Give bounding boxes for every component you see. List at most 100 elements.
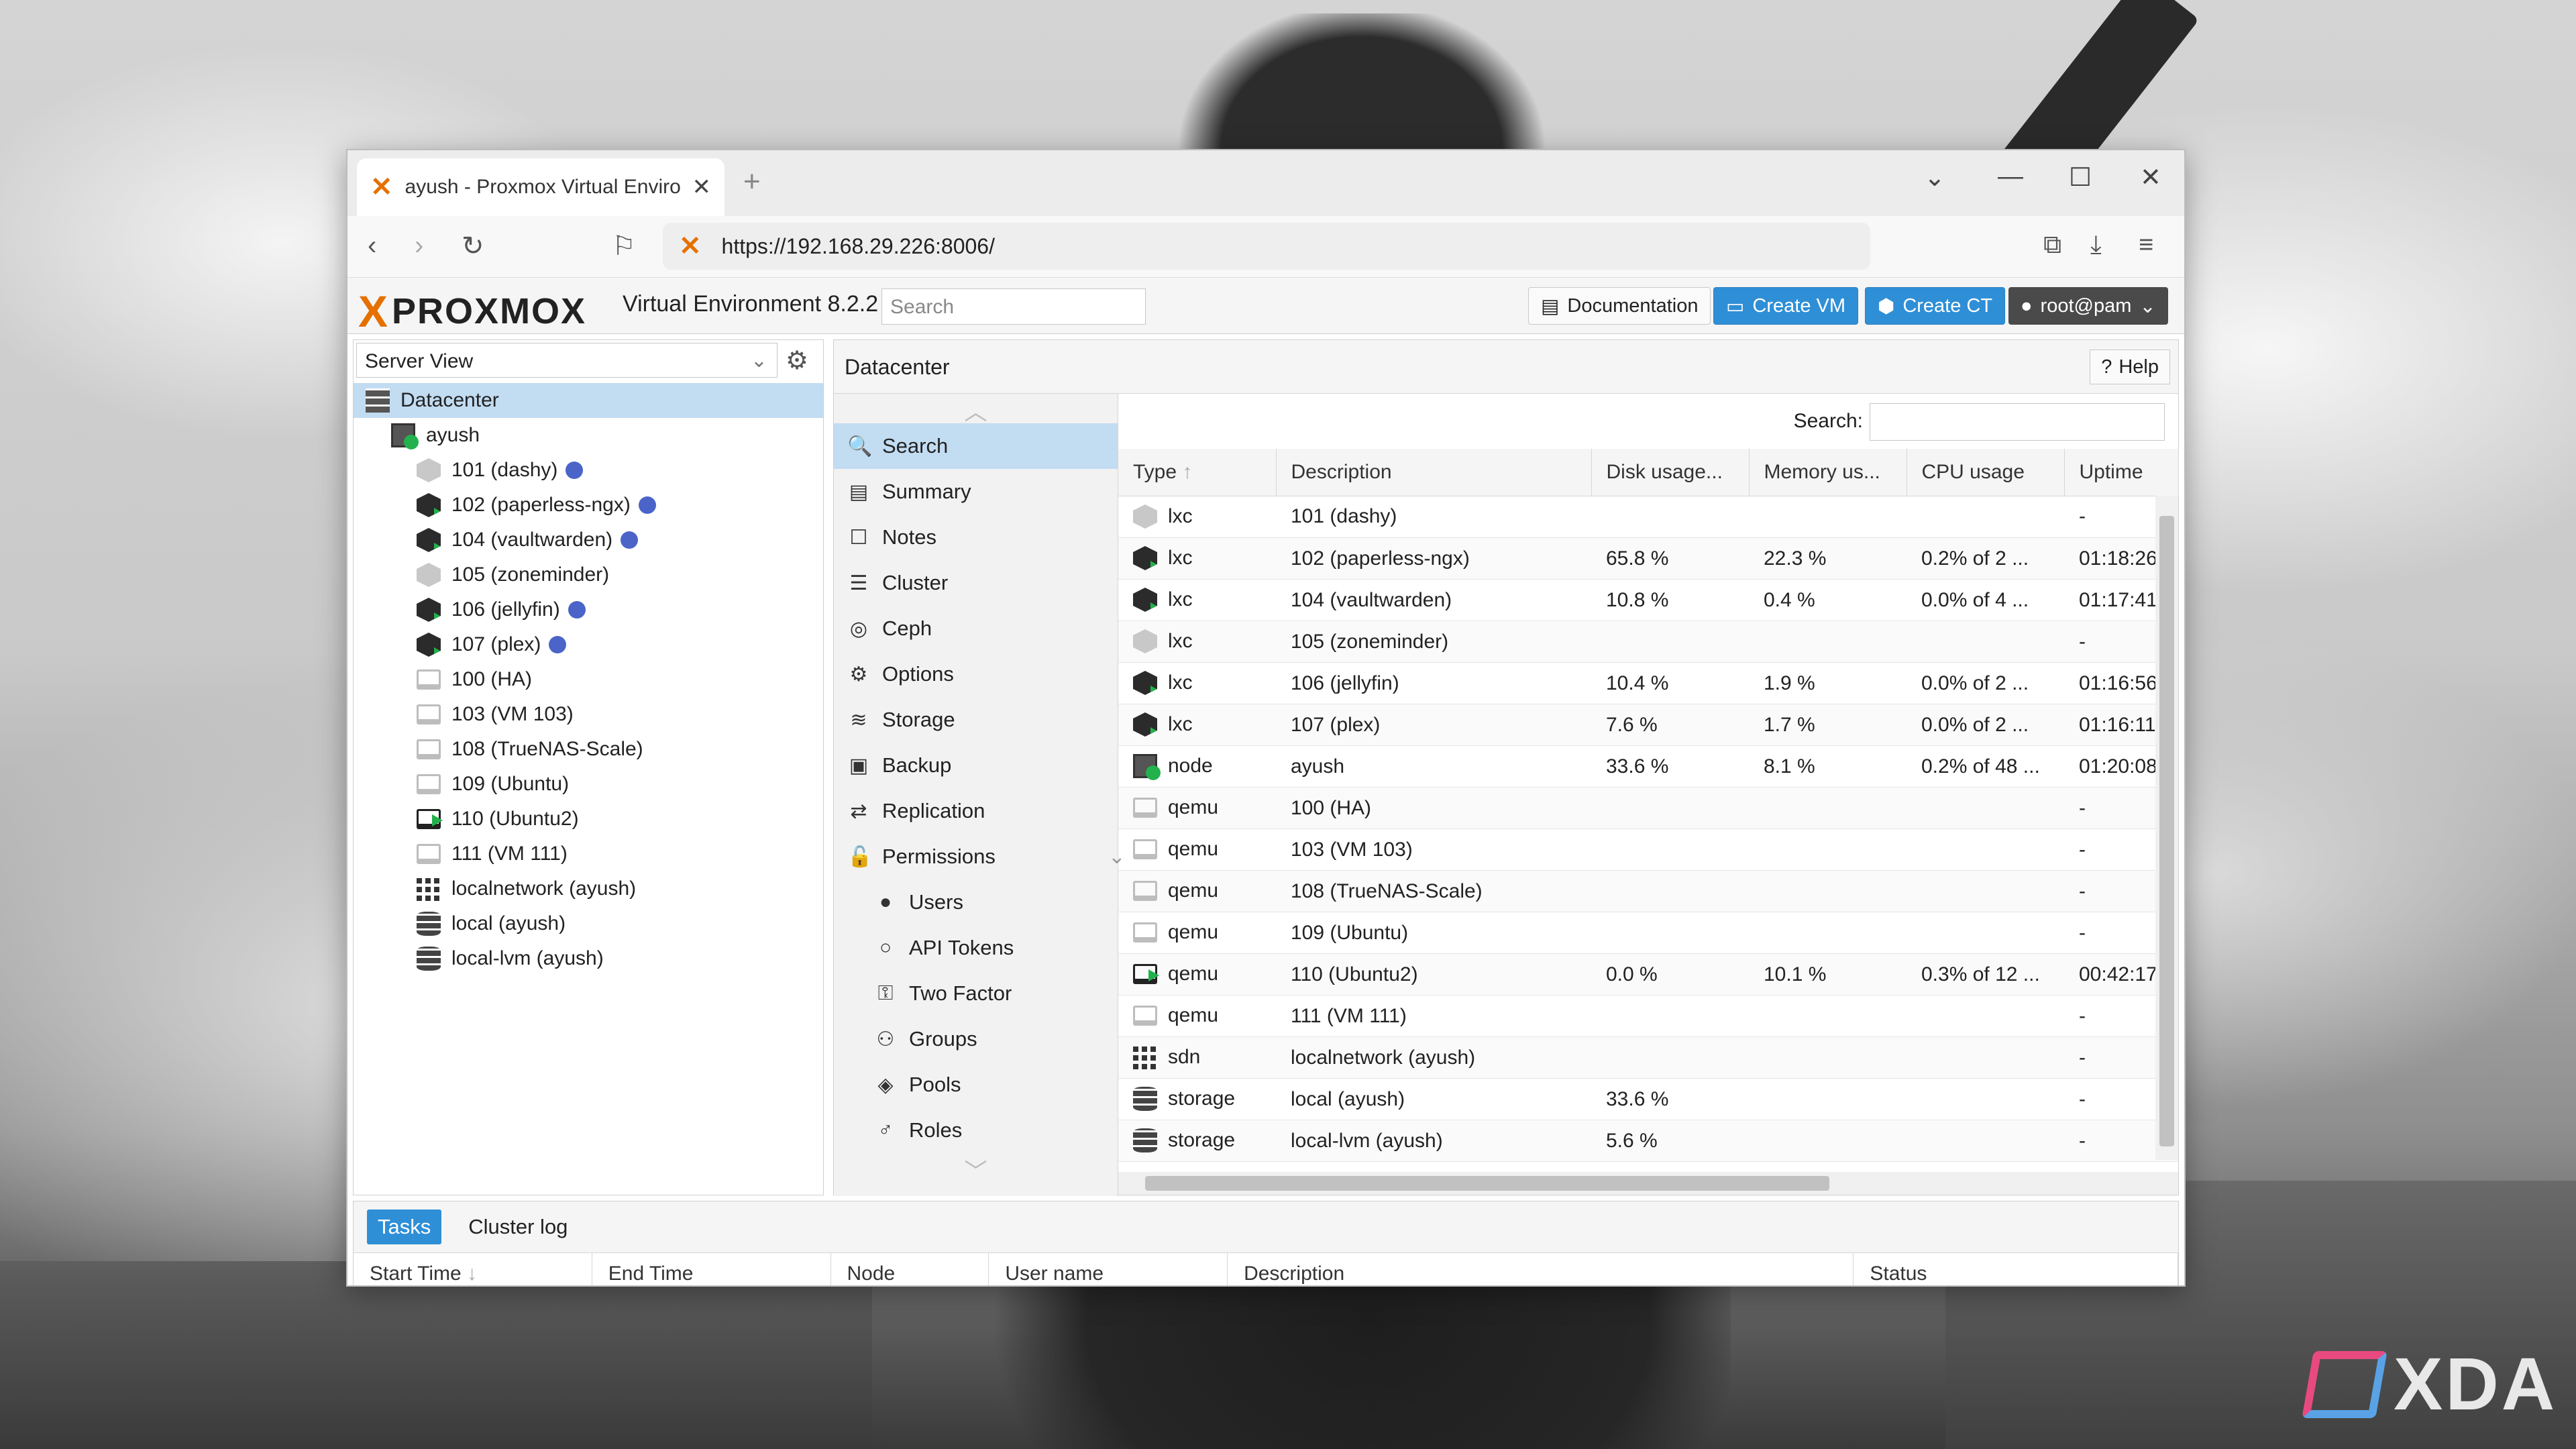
view-selector[interactable]: Server View ⌄ — [356, 343, 777, 378]
vm-icon — [417, 809, 443, 829]
menu-list: 🔍 Search ▤ Summary ☐ Notes ☰ Cluster ◎ Ceph ⚙ Optio… — [834, 423, 1126, 1153]
address-bar[interactable]: ✕ https://192.168.29.226:8006/ — [663, 223, 1870, 270]
tree-item[interactable]: 105 (zoneminder) — [354, 557, 823, 592]
table-row[interactable]: qemu 111 (VM 111) - — [1118, 995, 2178, 1037]
column-header[interactable]: CPU usage — [1907, 449, 2065, 496]
log-column-header[interactable]: End Time — [592, 1253, 831, 1285]
user-menu-button[interactable]: ● root@pam ⌄ — [2008, 287, 2168, 325]
column-header[interactable]: Description — [1276, 449, 1592, 496]
table-row[interactable]: lxc 101 (dashy) - — [1118, 496, 2178, 538]
log-column-header[interactable]: Status — [1854, 1253, 2179, 1285]
column-header[interactable]: Type ↑ — [1118, 449, 1277, 496]
tree-item[interactable]: 109 (Ubuntu) — [354, 767, 823, 802]
menu-scroll-down-icon[interactable]: ﹀ — [834, 1153, 1118, 1185]
log-column-header[interactable]: Start Time ↓ — [354, 1253, 592, 1285]
bookmark-icon[interactable]: ⚐ — [612, 231, 636, 262]
table-row[interactable]: storage local (ayush) 33.6 % - — [1118, 1078, 2178, 1120]
cell-type: qemu — [1118, 996, 1276, 1037]
create-ct-button[interactable]: ⬢ Create CT — [1865, 287, 2006, 325]
menu-item-two-factor[interactable]: ⚿ Two Factor — [834, 971, 1118, 1016]
menu-item-notes[interactable]: ☐ Notes — [834, 515, 1118, 560]
log-column-header[interactable]: User name — [989, 1253, 1228, 1285]
tab-list-chevron-icon[interactable]: ⌄ — [1924, 162, 1945, 193]
table-row[interactable]: storage local-lvm (ayush) 5.6 % - — [1118, 1120, 2178, 1162]
table-row[interactable]: lxc 107 (plex) 7.6 % 1.7 % 0.0% of 2 ... 01:1… — [1118, 704, 2178, 746]
menu-item-label: Pools — [909, 1073, 961, 1096]
help-button[interactable]: ? Help — [2090, 350, 2170, 384]
menu-item-storage[interactable]: ≋ Storage — [834, 697, 1118, 743]
menu-item-ceph[interactable]: ◎ Ceph — [834, 606, 1118, 651]
tree-item[interactable]: 101 (dashy) — [354, 453, 823, 488]
tree-item[interactable]: 107 (plex) — [354, 627, 823, 662]
tree-item[interactable]: 102 (paperless-ngx) — [354, 488, 823, 523]
menu-item-summary[interactable]: ▤ Summary — [834, 469, 1118, 515]
table-row[interactable]: sdn localnetwork (ayush) - — [1118, 1036, 2178, 1079]
close-window-icon[interactable]: ✕ — [2140, 162, 2161, 193]
extensions-icon[interactable]: ⧉ — [2043, 231, 2061, 260]
menu-item-groups[interactable]: ⚇ Groups — [834, 1016, 1118, 1062]
log-tab-cluster-log[interactable]: Cluster log — [458, 1210, 578, 1244]
horizontal-scroll-thumb[interactable] — [1145, 1176, 1829, 1191]
download-icon[interactable]: ⤓ — [2090, 231, 2102, 260]
maximize-icon[interactable]: ☐ — [2069, 162, 2092, 193]
horizontal-scrollbar[interactable] — [1118, 1172, 2178, 1195]
new-tab-icon[interactable]: + — [743, 165, 761, 199]
menu-item-roles[interactable]: ♂ Roles — [834, 1108, 1118, 1153]
gear-icon[interactable]: ⚙ — [786, 345, 808, 376]
reload-icon[interactable]: ↻ — [462, 231, 484, 262]
vertical-scroll-thumb[interactable] — [2159, 516, 2174, 1146]
tree-item[interactable]: 104 (vaultwarden) — [354, 523, 823, 557]
table-row[interactable]: qemu 103 (VM 103) - — [1118, 828, 2178, 871]
table-row[interactable]: lxc 102 (paperless-ngx) 65.8 % 22.3 % 0.2% o… — [1118, 537, 2178, 580]
table-row[interactable]: qemu 100 (HA) - — [1118, 787, 2178, 829]
row-type-icon — [1133, 798, 1157, 818]
minimize-icon[interactable]: — — [1998, 162, 2023, 191]
table-row[interactable]: lxc 105 (zoneminder) - — [1118, 621, 2178, 663]
tree-item[interactable]: 106 (jellyfin) — [354, 592, 823, 627]
tree-node-ayush[interactable]: ayush — [354, 418, 823, 453]
forward-icon[interactable]: › — [415, 231, 423, 261]
menu-icon[interactable]: ≡ — [2139, 231, 2153, 260]
tree-item[interactable]: 100 (HA) — [354, 662, 823, 697]
column-header[interactable]: Memory us... — [1749, 449, 1907, 496]
menu-item-pools[interactable]: ◈ Pools — [834, 1062, 1118, 1108]
table-row[interactable]: node ayush 33.6 % 8.1 % 0.2% of 48 ... 01:20:… — [1118, 745, 2178, 788]
menu-item-cluster[interactable]: ☰ Cluster — [834, 560, 1118, 606]
table-row[interactable]: qemu 108 (TrueNAS-Scale) - — [1118, 870, 2178, 912]
tree-item[interactable]: localnetwork (ayush) — [354, 871, 823, 906]
tree-item[interactable]: 108 (TrueNAS-Scale) — [354, 732, 823, 767]
grid-search-input[interactable] — [1870, 403, 2165, 441]
log-column-header[interactable]: Description — [1228, 1253, 1854, 1285]
header-search-input[interactable]: Search — [881, 288, 1146, 325]
tree-datacenter[interactable]: Datacenter — [354, 383, 823, 418]
menu-item-api-tokens[interactable]: ○ API Tokens — [834, 925, 1118, 971]
create-vm-button[interactable]: ▭ Create VM — [1713, 287, 1859, 325]
tree-item-label: Datacenter — [400, 389, 499, 411]
close-tab-icon[interactable]: ✕ — [692, 174, 712, 201]
documentation-button[interactable]: ▤ Documentation — [1528, 287, 1711, 325]
menu-scroll-up-icon[interactable]: ︿ — [834, 394, 1118, 425]
row-type-icon — [1133, 1087, 1157, 1111]
log-column-header[interactable]: Node — [831, 1253, 989, 1285]
table-row[interactable]: lxc 106 (jellyfin) 10.4 % 1.9 % 0.0% of 2 ..… — [1118, 662, 2178, 704]
column-header[interactable]: Uptime — [2064, 449, 2179, 496]
menu-item-users[interactable]: ● Users — [834, 879, 1118, 925]
vertical-scrollbar[interactable] — [2155, 496, 2178, 1160]
menu-item-options[interactable]: ⚙ Options — [834, 651, 1118, 697]
table-row[interactable]: qemu 110 (Ubuntu2) 0.0 % 10.1 % 0.3% of 12 .… — [1118, 953, 2178, 996]
table-row[interactable]: lxc 104 (vaultwarden) 10.8 % 0.4 % 0.0% of 4… — [1118, 579, 2178, 621]
browser-tab[interactable]: ✕ ayush - Proxmox Virtual Environ ✕ — [357, 158, 724, 216]
tree-item[interactable]: 111 (VM 111) — [354, 837, 823, 871]
table-row[interactable]: qemu 109 (Ubuntu) - — [1118, 912, 2178, 954]
log-tab-tasks[interactable]: Tasks — [367, 1210, 442, 1244]
tree-item[interactable]: 103 (VM 103) — [354, 697, 823, 732]
tree-item[interactable]: 110 (Ubuntu2) — [354, 802, 823, 837]
menu-item-permissions[interactable]: 🔓 Permissions ⌄ — [834, 834, 1126, 879]
column-header[interactable]: Disk usage... — [1591, 449, 1750, 496]
menu-item-replication[interactable]: ⇄ Replication — [834, 788, 1118, 834]
tree-item[interactable]: local (ayush) — [354, 906, 823, 941]
back-icon[interactable]: ‹ — [368, 231, 376, 261]
menu-item-search[interactable]: 🔍 Search — [834, 423, 1118, 469]
tree-item[interactable]: local-lvm (ayush) — [354, 941, 823, 976]
menu-item-backup[interactable]: ▣ Backup — [834, 743, 1118, 788]
